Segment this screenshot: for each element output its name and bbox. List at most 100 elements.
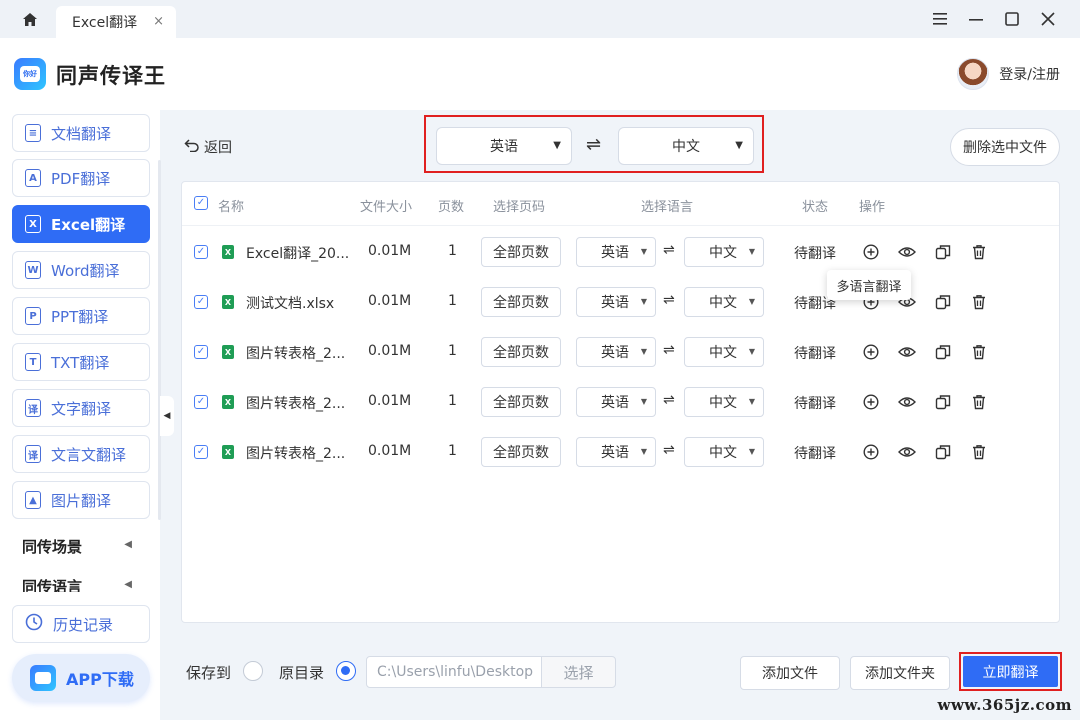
page-range-button[interactable]: 全部页数 [481, 387, 561, 417]
row-checkbox[interactable]: ✓ [194, 245, 208, 259]
sidebar-item-classical[interactable]: 译 文言文翻译 [12, 435, 150, 473]
trash-icon[interactable] [970, 343, 988, 361]
home-icon[interactable] [18, 8, 42, 30]
row-source-language-select[interactable]: 英语 ▼ [576, 437, 656, 467]
close-window-icon[interactable] [1030, 8, 1066, 30]
save-original-radio[interactable] [336, 661, 356, 681]
select-all-checkbox[interactable]: ✓ [194, 196, 208, 210]
login-label[interactable]: 登录/注册 [999, 64, 1060, 84]
table-row[interactable]: ✓ X 图片转表格_2... 0.01M 1 全部页数 英语 ▼ ⇌ 中文 ▼ 待翻译 [182, 377, 1059, 427]
copy-icon[interactable] [934, 343, 952, 361]
copy-icon[interactable] [934, 443, 952, 461]
row-checkbox[interactable]: ✓ [194, 295, 208, 309]
preview-eye-icon[interactable] [898, 443, 916, 461]
row-checkbox[interactable]: ✓ [194, 445, 208, 459]
sidebar-item-document[interactable]: ≡ 文档翻译 [12, 114, 150, 152]
caret-down-icon: ▼ [748, 347, 755, 356]
page-range-button[interactable]: 全部页数 [481, 287, 561, 317]
sidebar-item-word[interactable]: W Word翻译 [12, 251, 150, 289]
maximize-icon[interactable] [994, 8, 1030, 30]
sidebar-item-pdf[interactable]: A PDF翻译 [12, 159, 150, 197]
choose-path-button[interactable]: 选择 [541, 656, 616, 688]
table-row[interactable]: ✓ X 图片转表格_2... 0.01M 1 全部页数 英语 ▼ ⇌ 中文 ▼ 待翻译 [182, 327, 1059, 377]
table-row[interactable]: ✓ X Excel翻译_20... 0.01M 1 全部页数 英语 ▼ ⇌ 中文 ▼ 待翻译 [182, 227, 1059, 277]
row-source-language-select[interactable]: 英语 ▼ [576, 337, 656, 367]
status-badge: 待翻译 [794, 346, 836, 362]
tab-close-icon[interactable]: × [153, 14, 164, 29]
page-range-button[interactable]: 全部页数 [481, 337, 561, 367]
avatar[interactable] [957, 58, 990, 90]
row-source-language-select[interactable]: 英语 ▼ [576, 387, 656, 417]
sidebar-item-history[interactable]: 历史记录 [12, 605, 150, 643]
target-language-select[interactable]: 中文 ▼ [618, 127, 754, 165]
save-custom-radio[interactable] [243, 661, 263, 681]
row-swap-languages-icon[interactable]: ⇌ [663, 392, 675, 408]
preview-eye-icon[interactable] [898, 343, 916, 361]
caret-down-icon: ▼ [640, 247, 647, 256]
row-target-language-select[interactable]: 中文 ▼ [684, 437, 764, 467]
sidebar-item-txt[interactable]: T TXT翻译 [12, 343, 150, 381]
row-checkbox[interactable]: ✓ [194, 395, 208, 409]
preview-eye-icon[interactable] [898, 243, 916, 261]
table-row[interactable]: ✓ X 测试文档.xlsx 0.01M 1 全部页数 英语 ▼ ⇌ 中文 ▼ 待翻译 [182, 277, 1059, 327]
row-target-language-select[interactable]: 中文 ▼ [684, 237, 764, 267]
tab-excel[interactable]: Excel翻译 × [56, 6, 176, 38]
page-range-button[interactable]: 全部页数 [481, 237, 561, 267]
copy-icon[interactable] [934, 293, 952, 311]
trash-icon[interactable] [970, 443, 988, 461]
table-row[interactable]: ✓ X 图片转表格_2... 0.01M 1 全部页数 英语 ▼ ⇌ 中文 ▼ 待翻译 [182, 427, 1059, 477]
start-translate-button[interactable]: 立即翻译 [963, 656, 1058, 687]
row-swap-languages-icon[interactable]: ⇌ [663, 342, 675, 358]
sidebar-item-text[interactable]: 译 文字翻译 [12, 389, 150, 427]
word-icon: W [25, 261, 41, 279]
sidebar-section-languages[interactable]: 同传语言 ◀ [22, 576, 132, 592]
back-button[interactable]: 返回 [184, 137, 232, 157]
row-swap-languages-icon[interactable]: ⇌ [663, 242, 675, 258]
app-download-button[interactable]: APP下载 [12, 654, 150, 702]
row-target-language-select[interactable]: 中文 ▼ [684, 287, 764, 317]
chevron-left-icon: ◀ [124, 539, 132, 550]
copy-icon[interactable] [934, 243, 952, 261]
page-range-button[interactable]: 全部页数 [481, 437, 561, 467]
plus-circle-icon[interactable] [862, 443, 880, 461]
sidebar-scrollbar[interactable] [158, 160, 161, 520]
collapse-sidebar-icon[interactable]: ◀ [160, 396, 174, 436]
preview-eye-icon[interactable] [898, 393, 916, 411]
row-source-language-select[interactable]: 英语 ▼ [576, 287, 656, 317]
trash-icon[interactable] [970, 243, 988, 261]
row-source-language-select[interactable]: 英语 ▼ [576, 237, 656, 267]
trash-icon[interactable] [970, 293, 988, 311]
plus-circle-icon[interactable] [862, 243, 880, 261]
plus-circle-icon[interactable] [862, 343, 880, 361]
plus-circle-icon[interactable] [862, 393, 880, 411]
sidebar-item-excel[interactable]: X Excel翻译 [12, 205, 150, 243]
swap-languages-icon[interactable]: ⇌ [586, 134, 601, 155]
row-swap-languages-icon[interactable]: ⇌ [663, 292, 675, 308]
source-language-select[interactable]: 英语 ▼ [436, 127, 572, 165]
add-folder-button[interactable]: 添加文件夹 [850, 656, 950, 690]
sidebar-item-ppt[interactable]: P PPT翻译 [12, 297, 150, 335]
file-size: 0.01M [368, 293, 412, 309]
row-checkbox[interactable]: ✓ [194, 345, 208, 359]
caret-down-icon: ▼ [748, 247, 755, 256]
row-target-language-select[interactable]: 中文 ▼ [684, 387, 764, 417]
menu-icon[interactable] [922, 8, 958, 30]
sidebar-section-scenes[interactable]: 同传场景 ◀ [22, 536, 132, 557]
app-logo-icon [30, 665, 56, 691]
language-selector-highlight: 英语 ▼ ⇌ 中文 ▼ [424, 115, 764, 173]
caret-down-icon: ▼ [640, 447, 647, 456]
file-size: 0.01M [368, 343, 412, 359]
copy-icon[interactable] [934, 393, 952, 411]
file-size: 0.01M [368, 243, 412, 259]
row-target-language-select[interactable]: 中文 ▼ [684, 337, 764, 367]
minimize-icon[interactable] [958, 8, 994, 30]
row-swap-languages-icon[interactable]: ⇌ [663, 442, 675, 458]
excel-file-icon: X [222, 245, 234, 259]
app-logo-icon: 你好 [14, 58, 46, 90]
add-file-button[interactable]: 添加文件 [740, 656, 840, 690]
trash-icon[interactable] [970, 393, 988, 411]
delete-selected-button[interactable]: 删除选中文件 [950, 128, 1060, 166]
user-login[interactable]: 登录/注册 [957, 58, 1060, 90]
sidebar-item-image[interactable]: ▲ 图片翻译 [12, 481, 150, 519]
save-path-input[interactable]: C:\Users\linfu\Desktop [366, 656, 542, 688]
